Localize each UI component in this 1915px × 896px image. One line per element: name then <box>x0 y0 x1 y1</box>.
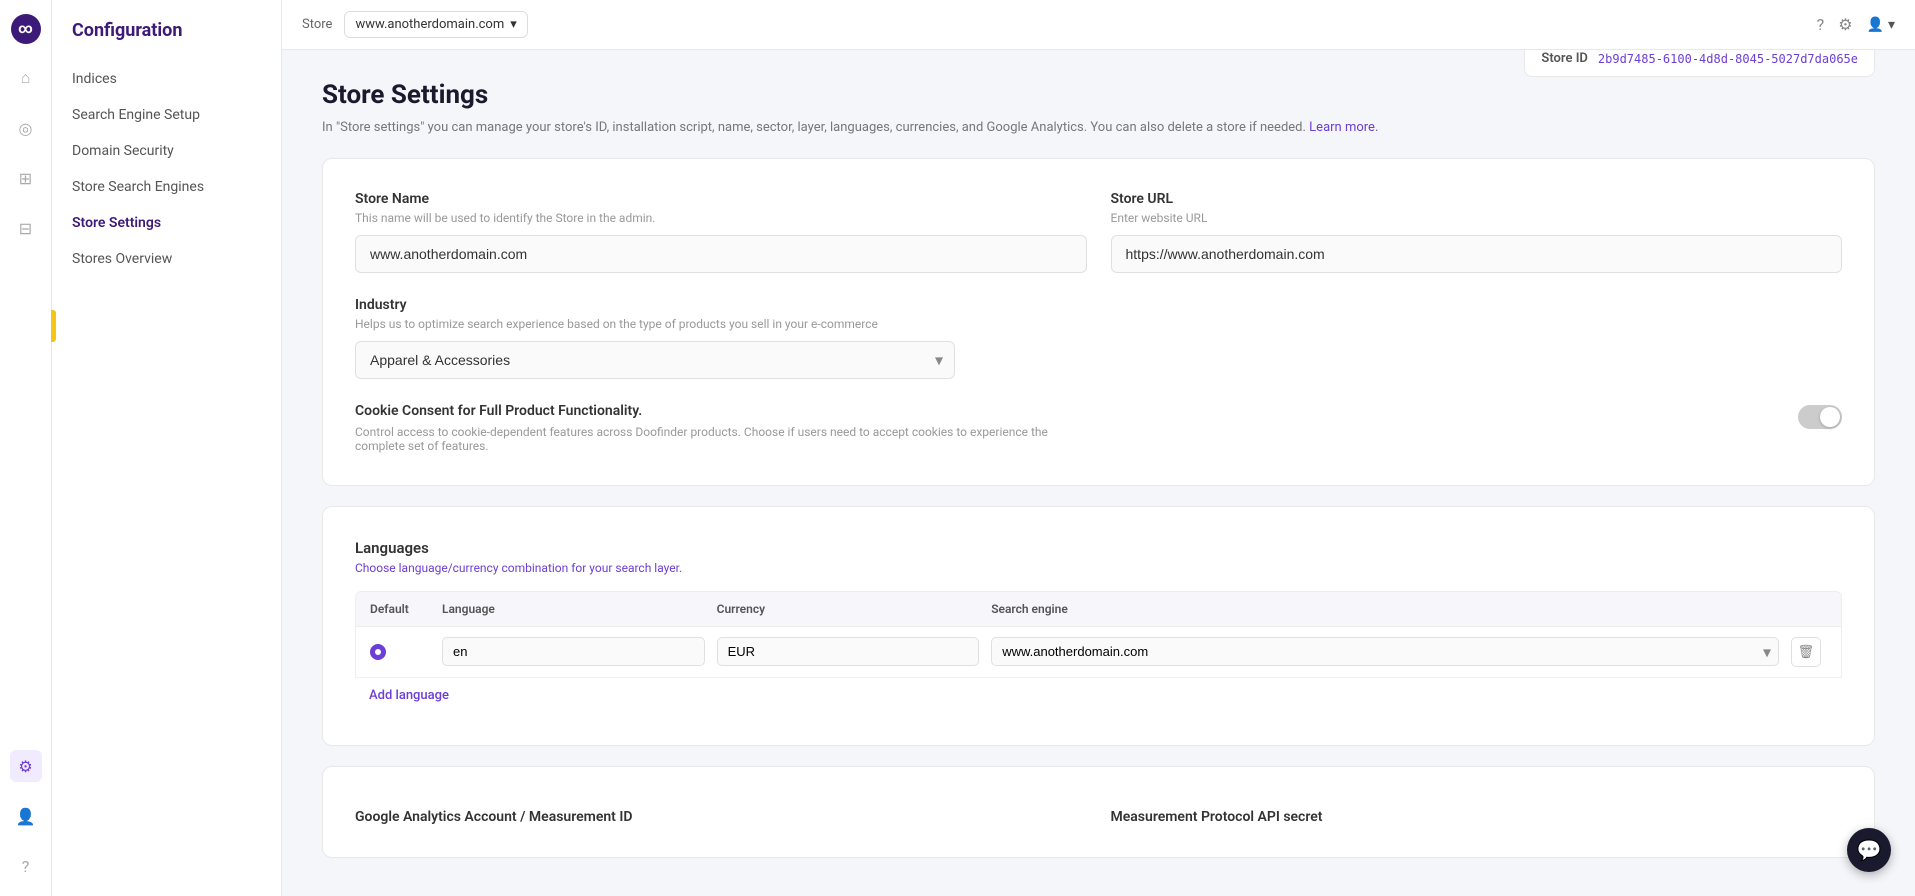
search-circle-icon[interactable]: ◎ <box>10 112 42 144</box>
users-icon[interactable]: 👤 <box>10 800 42 832</box>
sidebar-item-store-settings[interactable]: Store Settings <box>52 205 281 241</box>
industry-select-wrap: Apparel & Accessories Electronics Home &… <box>355 341 955 379</box>
engine-select[interactable]: www.anotherdomain.com <box>991 637 1779 666</box>
ga-label: Google Analytics Account / Measurement I… <box>355 809 1087 825</box>
home-icon[interactable]: ⌂ <box>10 62 42 94</box>
default-radio[interactable] <box>370 644 430 660</box>
analytics-row: Google Analytics Account / Measurement I… <box>355 809 1842 825</box>
analytics-icon[interactable]: ⊞ <box>10 162 42 194</box>
language-cell <box>442 637 705 666</box>
languages-hint: Choose language/currency combination for… <box>355 561 1842 575</box>
topbar-icons: ? ⚙ 👤 ▾ <box>1817 15 1895 34</box>
store-url-hint: Enter website URL <box>1111 211 1843 225</box>
industry-select[interactable]: Apparel & Accessories Electronics Home &… <box>355 341 955 379</box>
radio-selected[interactable] <box>370 644 386 660</box>
currency-input[interactable] <box>717 637 980 666</box>
col-engine-label: Search engine <box>991 602 1779 616</box>
store-info-card: Store Name This name will be used to ide… <box>322 158 1875 486</box>
engine-cell: www.anotherdomain.com ▾ <box>991 637 1779 666</box>
languages-title: Languages <box>355 539 1842 557</box>
store-name-group: Store Name This name will be used to ide… <box>355 191 1087 273</box>
languages-card: Languages Choose language/currency combi… <box>322 506 1875 746</box>
active-section-indicator <box>51 310 56 342</box>
store-name-hint: This name will be used to identify the S… <box>355 211 1087 225</box>
cookie-section: Cookie Consent for Full Product Function… <box>355 403 1842 453</box>
store-id-value: 2b9d7485-6100-4d8d-8045-5027d7da065e <box>1598 52 1858 66</box>
industry-hint: Helps us to optimize search experience b… <box>355 317 955 331</box>
store-url-group: Store URL Enter website URL <box>1111 191 1843 273</box>
sidebar-item-indices[interactable]: Indices <box>52 61 281 97</box>
cookie-title: Cookie Consent for Full Product Function… <box>355 403 1055 419</box>
sidebar-item-store-search-engines[interactable]: Store Search Engines <box>52 169 281 205</box>
sidebar-item-search-engine-setup[interactable]: Search Engine Setup <box>52 97 281 133</box>
app-logo[interactable]: ∞ <box>11 14 41 44</box>
add-language-button[interactable]: Add language <box>355 678 463 713</box>
ga-group: Google Analytics Account / Measurement I… <box>355 809 1087 825</box>
name-url-row: Store Name This name will be used to ide… <box>355 191 1842 273</box>
currency-cell <box>717 637 980 666</box>
settings-icon[interactable]: ⚙ <box>10 750 42 782</box>
col-language-label: Language <box>442 602 705 616</box>
settings-gear-icon[interactable]: ⚙ <box>1838 15 1852 34</box>
cookie-text: Cookie Consent for Full Product Function… <box>355 403 1055 453</box>
cookie-header: Cookie Consent for Full Product Function… <box>355 403 1842 453</box>
store-name-input[interactable] <box>355 235 1087 273</box>
analytics-card: Google Analytics Account / Measurement I… <box>322 766 1875 858</box>
sidebar-nav: Indices Search Engine Setup Domain Secur… <box>52 61 281 277</box>
topbar: Store www.anotherdomain.com ▾ ? ⚙ 👤 ▾ <box>282 0 1915 50</box>
store-url-input[interactable] <box>1111 235 1843 273</box>
store-selector[interactable]: www.anotherdomain.com ▾ <box>344 11 527 38</box>
main-area: Store www.anotherdomain.com ▾ ? ⚙ 👤 ▾ St… <box>282 0 1915 896</box>
store-name-label: Store Name <box>355 191 1087 207</box>
action-cell: 🗑 <box>1791 637 1827 667</box>
help-circle-icon[interactable]: ? <box>10 850 42 882</box>
chevron-down-icon: ▾ <box>1888 17 1895 33</box>
page-title: Store Settings <box>322 80 1875 110</box>
store-label: Store <box>302 17 332 32</box>
sidebar-item-stores-overview[interactable]: Stores Overview <box>52 241 281 277</box>
language-input[interactable] <box>442 637 705 666</box>
col-currency-label: Currency <box>717 602 980 616</box>
industry-group: Industry Helps us to optimize search exp… <box>355 297 955 379</box>
chat-bubble-button[interactable]: 💬 <box>1847 828 1891 872</box>
toggle-thumb <box>1820 407 1840 427</box>
store-url-label: Store URL <box>1111 191 1843 207</box>
chevron-down-icon: ▾ <box>510 17 517 32</box>
store-id-badge: Store ID 2b9d7485-6100-4d8d-8045-5027d7d… <box>1524 50 1875 77</box>
table-row: www.anotherdomain.com ▾ 🗑 <box>355 627 1842 678</box>
page-content: Store ID 2b9d7485-6100-4d8d-8045-5027d7d… <box>282 50 1915 896</box>
sidebar: Configuration Indices Search Engine Setu… <box>52 0 282 896</box>
mp-label: Measurement Protocol API secret <box>1111 809 1843 825</box>
cookie-toggle[interactable] <box>1798 405 1842 429</box>
languages-table: Default Language Currency Search engine <box>355 591 1842 678</box>
page-header: Store ID 2b9d7485-6100-4d8d-8045-5027d7d… <box>322 80 1875 138</box>
help-icon[interactable]: ? <box>1817 15 1825 34</box>
mp-group: Measurement Protocol API secret <box>1111 809 1843 825</box>
col-action-label <box>1791 602 1827 616</box>
store-value: www.anotherdomain.com <box>355 17 504 32</box>
user-menu[interactable]: 👤 ▾ <box>1867 17 1895 33</box>
icon-bar: ∞ ⌂ ◎ ⊞ ⊟ ⚙ 👤 ? <box>0 0 52 896</box>
engine-select-wrap: www.anotherdomain.com ▾ <box>991 637 1779 666</box>
page-description: In "Store settings" you can manage your … <box>322 118 1875 138</box>
store-id-label: Store ID <box>1541 51 1588 66</box>
languages-table-header: Default Language Currency Search engine <box>355 591 1842 627</box>
industry-label: Industry <box>355 297 955 313</box>
sidebar-item-domain-security[interactable]: Domain Security <box>52 133 281 169</box>
user-avatar-icon: 👤 <box>1867 17 1884 33</box>
learn-more-link[interactable]: Learn more. <box>1309 120 1378 135</box>
radio-inner <box>375 649 381 655</box>
cookie-desc: Control access to cookie-dependent featu… <box>355 425 1055 453</box>
sidebar-title: Configuration <box>52 20 281 61</box>
layers-icon[interactable]: ⊟ <box>10 212 42 244</box>
col-default-label: Default <box>370 602 430 616</box>
delete-language-button[interactable]: 🗑 <box>1791 637 1821 667</box>
